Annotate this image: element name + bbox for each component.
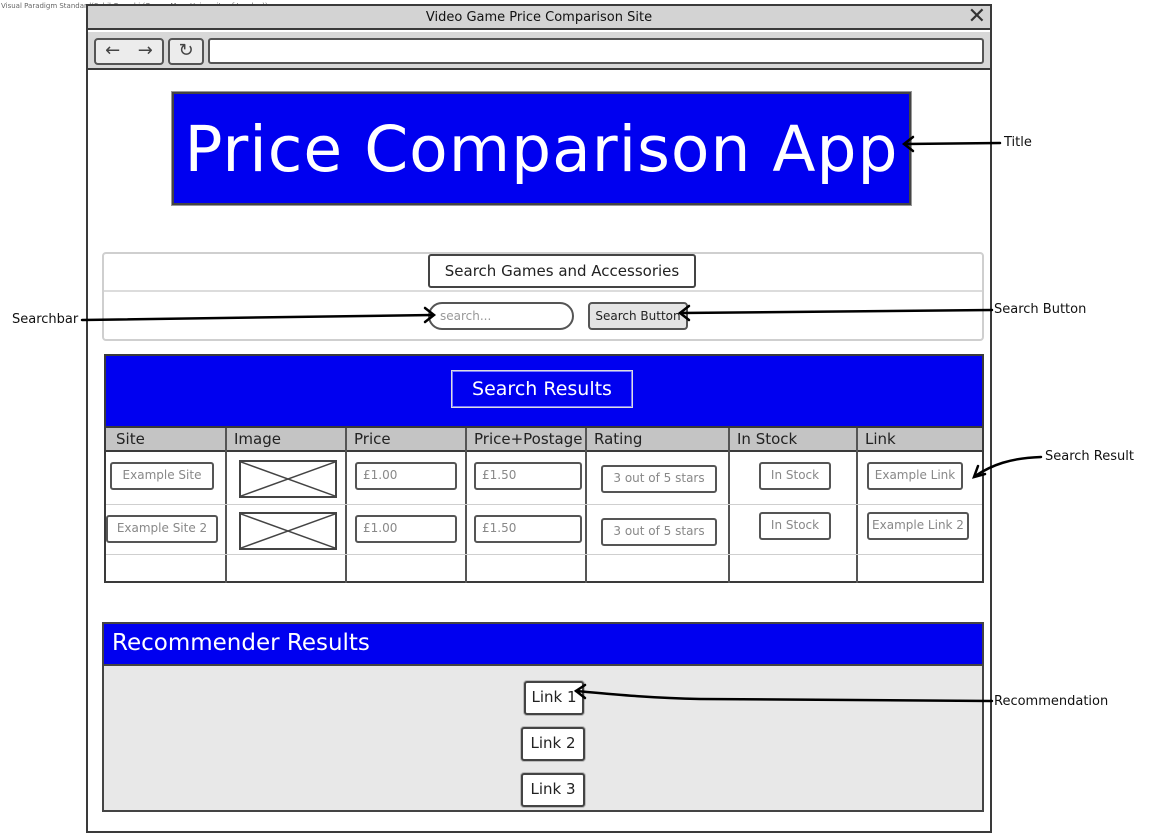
arrow-title — [903, 141, 1002, 146]
arrow-recommendation — [574, 689, 994, 703]
annotation-arrows — [80, 135, 1043, 703]
arrow-searchbar — [80, 313, 435, 322]
arrow-search-button — [678, 308, 994, 315]
